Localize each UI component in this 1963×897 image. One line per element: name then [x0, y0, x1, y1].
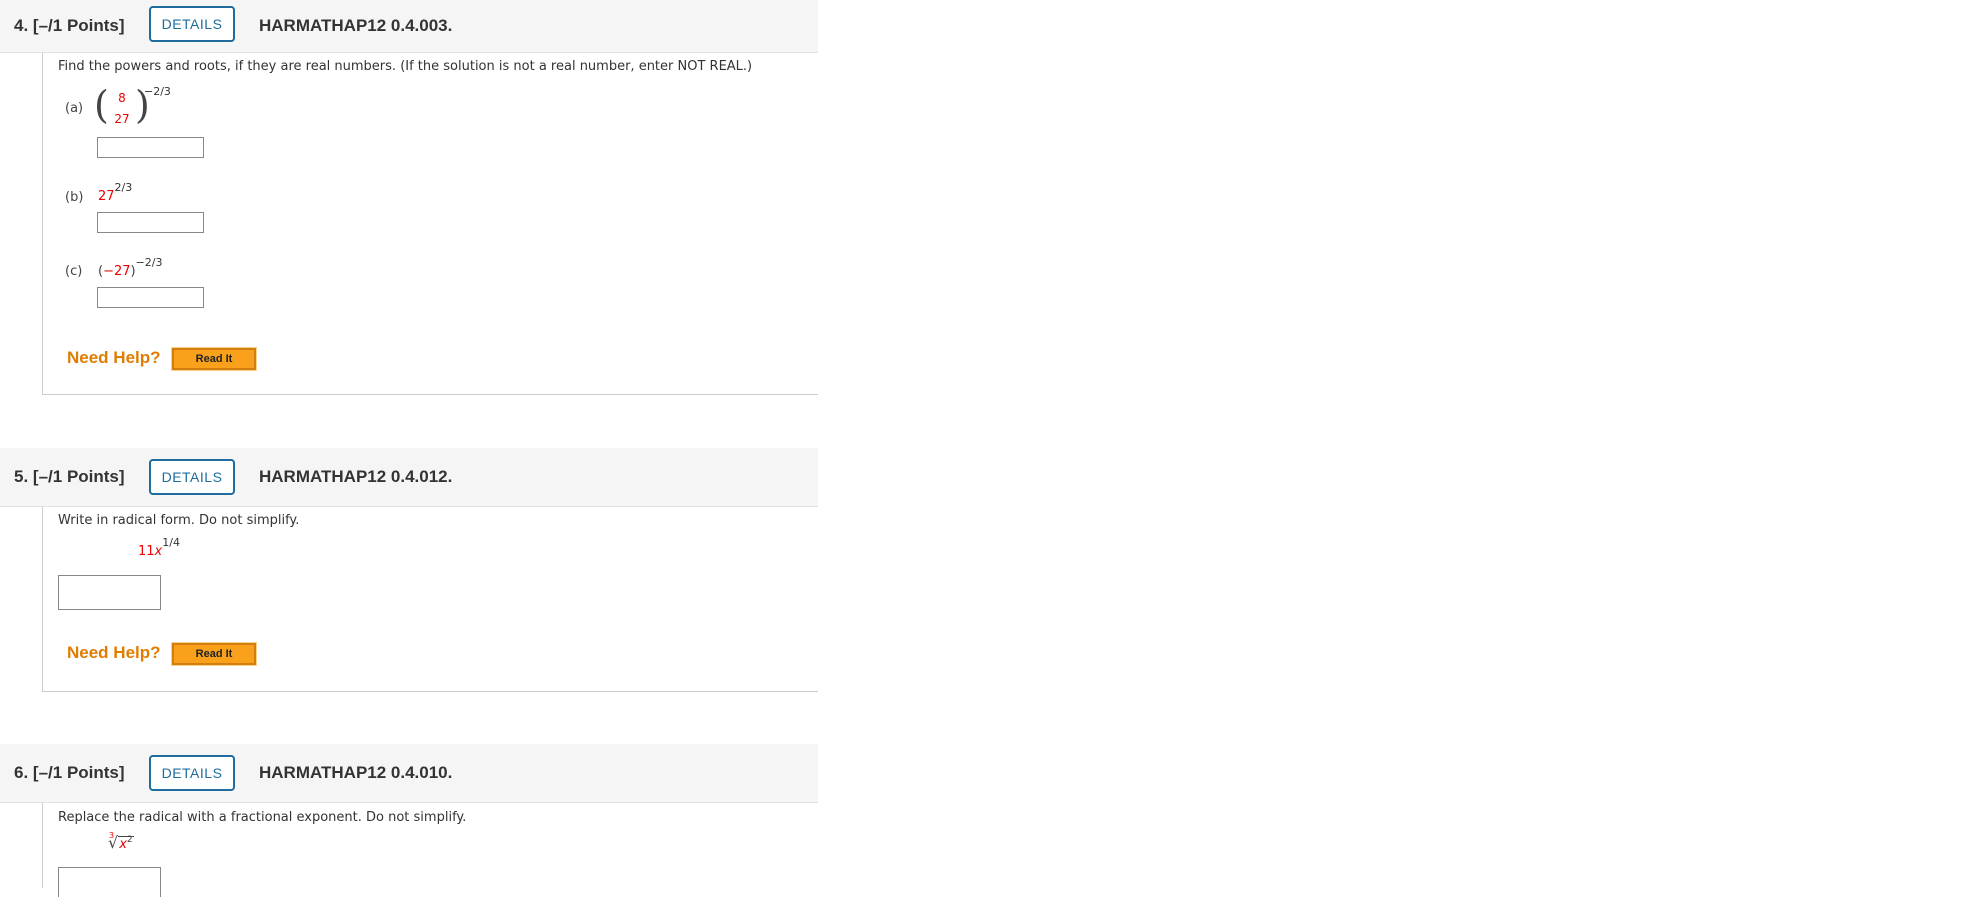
fraction-denominator: 27: [114, 112, 130, 126]
part-c-label: (c): [65, 264, 83, 279]
details-button[interactable]: DETAILS: [149, 459, 235, 495]
radical-expression: 11x1/4: [138, 536, 180, 559]
details-button[interactable]: DETAILS: [149, 6, 235, 42]
details-button[interactable]: DETAILS: [149, 755, 235, 791]
part-b-label: (b): [65, 190, 84, 205]
question-code: HARMATHAP12 0.4.010.: [259, 763, 453, 782]
part-a-answer-input[interactable]: [97, 137, 204, 158]
part-c-exponent: −2/3: [135, 256, 163, 269]
read-it-button[interactable]: Read It: [171, 347, 257, 371]
question-instruction: Find the powers and roots, if they are r…: [58, 59, 753, 74]
radical-radicand: x2: [118, 835, 134, 852]
part-b-base: 27: [98, 189, 115, 204]
question-4-body: Find the powers and roots, if they are r…: [42, 53, 818, 395]
part-a-label: (a): [65, 101, 84, 116]
part-c-answer-input[interactable]: [97, 287, 204, 308]
question-code: HARMATHAP12 0.4.012.: [259, 467, 453, 486]
fraction-numerator: 8: [118, 91, 126, 105]
part-b-answer-input[interactable]: [97, 212, 204, 233]
question-code: HARMATHAP12 0.4.003.: [259, 16, 453, 35]
part-b-expression: 272/3: [98, 181, 132, 204]
radical-exponent: 2: [126, 835, 133, 845]
radical-answer-input[interactable]: [58, 575, 161, 610]
radical-symbol: 3 √x2: [108, 831, 134, 852]
question-5-header: 5. [–/1 Points] DETAILS HARMATHAP12 0.4.…: [0, 448, 818, 507]
question-number: 5. [–/1 Points]: [14, 467, 125, 486]
question-instruction: Write in radical form. Do not simplify.: [58, 513, 300, 528]
question-instruction: Replace the radical with a fractional ex…: [58, 810, 467, 825]
fraction-answer-input[interactable]: [58, 867, 161, 897]
part-c-base: −27: [103, 264, 131, 279]
part-c-expression: (−27)−2/3: [98, 256, 163, 279]
radical-index: 3: [109, 831, 115, 840]
part-b-exponent: 2/3: [114, 181, 133, 194]
expression-coefficient: 11: [138, 544, 155, 559]
question-number: 6. [–/1 Points]: [14, 763, 125, 782]
expression-exponent: 1/4: [162, 536, 180, 549]
need-help-label: Need Help?: [67, 643, 161, 662]
radical-variable: x: [119, 837, 127, 852]
question-number: 4. [–/1 Points]: [14, 16, 125, 35]
question-4-header: 4. [–/1 Points] DETAILS HARMATHAP12 0.4.…: [0, 0, 818, 53]
question-6-body: Replace the radical with a fractional ex…: [42, 803, 818, 897]
part-a-exponent: −2/3: [144, 85, 171, 98]
read-it-button[interactable]: Read It: [171, 642, 257, 666]
question-6-header: 6. [–/1 Points] DETAILS HARMATHAP12 0.4.…: [0, 744, 818, 803]
question-5-body: Write in radical form. Do not simplify. …: [42, 507, 818, 692]
need-help-label: Need Help?: [67, 348, 161, 367]
